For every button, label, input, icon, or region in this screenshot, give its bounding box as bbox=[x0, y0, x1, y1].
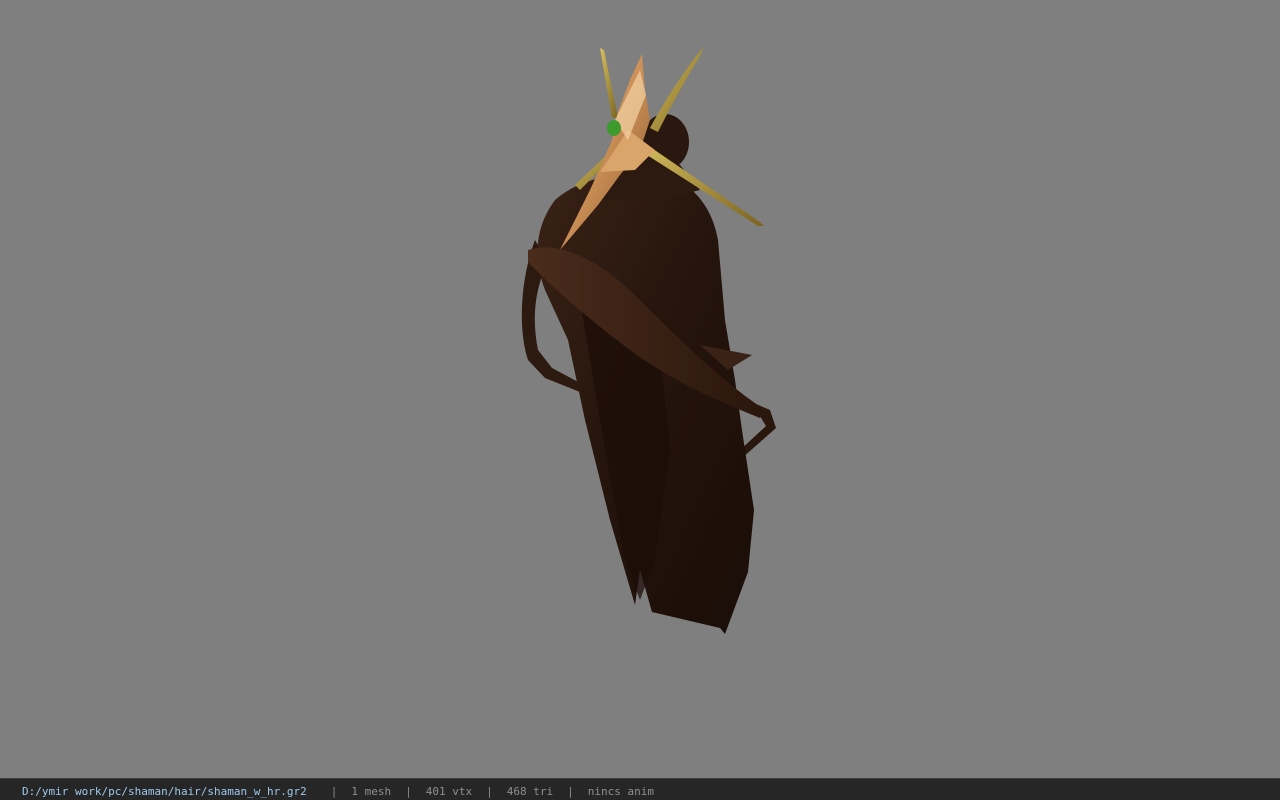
animation-label: nincs anim bbox=[587, 785, 654, 798]
status-separator: | bbox=[405, 785, 412, 798]
status-separator: | bbox=[330, 785, 338, 798]
hair-pin-left bbox=[600, 48, 618, 118]
gem bbox=[607, 120, 621, 136]
vertex-count-label: 401 vtx bbox=[425, 785, 473, 798]
status-separator: | bbox=[486, 785, 493, 798]
triangle-count-label: 468 tri bbox=[506, 785, 554, 798]
mesh-count-label: 1 mesh bbox=[351, 785, 392, 798]
status-bar: D:/ymir work/pc/shaman/hair/shaman_w_hr.… bbox=[0, 778, 1280, 800]
model-render bbox=[521, 46, 776, 634]
file-path-label: D:/ymir work/pc/shaman/hair/shaman_w_hr.… bbox=[22, 785, 307, 798]
status-separator: | bbox=[567, 785, 574, 798]
3d-viewport[interactable] bbox=[0, 0, 1280, 778]
